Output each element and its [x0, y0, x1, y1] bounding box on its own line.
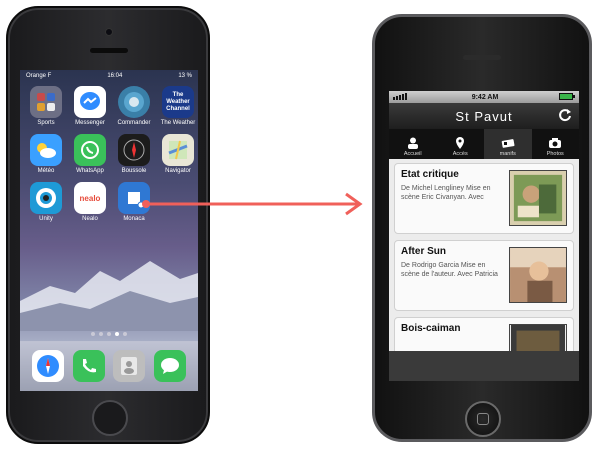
app-label: Sports: [37, 120, 55, 126]
sports-icon: [30, 86, 62, 118]
status-bar: 9:42 AM: [389, 91, 579, 103]
tab-photos[interactable]: Photos: [532, 129, 580, 159]
app-boussole[interactable]: Boussole: [114, 134, 154, 174]
earpiece-speaker: [463, 55, 501, 60]
clock-label: 16:04: [107, 73, 123, 79]
safari-icon[interactable]: [32, 350, 65, 382]
battery-icon: [559, 92, 575, 102]
tab-bar: Accueil Accès manifs Photos: [389, 129, 579, 159]
signal-icon: [393, 92, 411, 102]
app-sports[interactable]: Sports: [26, 86, 66, 126]
unity-icon: [30, 182, 62, 214]
whatsapp-icon: [74, 134, 106, 166]
commander-icon: [118, 86, 150, 118]
app-screen: 9:42 AM St Pavut Accueil Accès manifs Ph…: [389, 91, 579, 381]
page-indicator[interactable]: [20, 332, 198, 336]
tab-label: manifs: [499, 151, 516, 157]
app-unity[interactable]: Unity: [26, 182, 66, 222]
app-label: Commander: [117, 120, 151, 126]
event-card[interactable]: After Sun De Rodrigo Garcia Mise en scèn…: [394, 240, 574, 311]
iphone-5s-device: Orange F 16:04 13 % Sports Messenger Com…: [6, 6, 210, 444]
messages-icon[interactable]: [153, 350, 186, 382]
app-nealo[interactable]: nealo Nealo: [70, 182, 110, 222]
battery-label: 13 %: [178, 73, 192, 79]
bottom-toolbar: [389, 351, 579, 381]
tickets-icon: [501, 139, 515, 148]
app-label: Boussole: [121, 168, 147, 174]
person-icon: [407, 137, 418, 149]
app-navigator[interactable]: Navigator: [158, 134, 198, 174]
app-label: Météo: [37, 168, 55, 174]
tab-label: Accueil: [403, 151, 422, 157]
location-pin-icon: [456, 137, 465, 149]
compass-icon: [118, 134, 150, 166]
home-screen: Orange F 16:04 13 % Sports Messenger Com…: [20, 70, 198, 391]
messenger-icon: [74, 86, 106, 118]
app-header: St Pavut: [389, 103, 579, 129]
transition-arrow: [142, 192, 363, 216]
events-list: Etat critique De Michel Lengliney Mise e…: [389, 159, 579, 367]
app-label: Nealo: [82, 216, 98, 222]
app-label: The Weather: [160, 120, 196, 126]
event-description: De Michel Lengliney Mise en scène Eric C…: [401, 185, 491, 201]
carrier-label: Orange F: [26, 73, 52, 79]
tab-acces[interactable]: Accès: [437, 129, 485, 159]
event-description: De Rodrigo Garcia Mise en scène de l'aut…: [401, 262, 498, 278]
tab-label: Photos: [546, 151, 564, 157]
refresh-icon[interactable]: [558, 108, 572, 125]
mountain-wallpaper: [20, 261, 198, 331]
event-poster-image: [509, 324, 567, 354]
app-whatsapp[interactable]: WhatsApp: [70, 134, 110, 174]
dock: [20, 341, 198, 391]
app-messenger[interactable]: Messenger: [70, 86, 110, 126]
nealo-icon: nealo: [74, 182, 106, 214]
event-poster-image: [509, 170, 567, 226]
app-the-weather-channel[interactable]: The Weather Channel The Weather: [158, 86, 198, 126]
weather-channel-icon: The Weather Channel: [162, 86, 194, 118]
weather-icon: [30, 134, 62, 166]
home-button[interactable]: [92, 400, 128, 436]
camera-icon: [549, 138, 562, 148]
front-camera: [105, 28, 113, 36]
app-label: WhatsApp: [76, 168, 104, 174]
app-title: St Pavut: [455, 108, 513, 124]
event-poster-image: [509, 247, 567, 303]
phone-icon[interactable]: [72, 350, 105, 382]
clock-label: 9:42 AM: [471, 93, 499, 101]
iphone-4-device: 9:42 AM St Pavut Accueil Accès manifs Ph…: [372, 14, 592, 442]
app-meteo[interactable]: Météo: [26, 134, 66, 174]
navigator-icon: [162, 134, 194, 166]
app-label: Messenger: [75, 120, 105, 126]
tab-accueil[interactable]: Accueil: [389, 129, 437, 159]
tab-manifs[interactable]: manifs: [484, 129, 532, 159]
event-card[interactable]: Etat critique De Michel Lengliney Mise e…: [394, 163, 574, 234]
app-commander[interactable]: Commander: [114, 86, 154, 126]
app-label: Navigator: [165, 168, 191, 174]
contacts-icon[interactable]: [113, 350, 146, 382]
home-button[interactable]: [465, 401, 501, 437]
earpiece-speaker: [90, 48, 128, 53]
app-label: Unity: [39, 216, 53, 222]
tab-label: Accès: [452, 151, 468, 157]
status-bar: Orange F 16:04 13 %: [20, 70, 198, 82]
